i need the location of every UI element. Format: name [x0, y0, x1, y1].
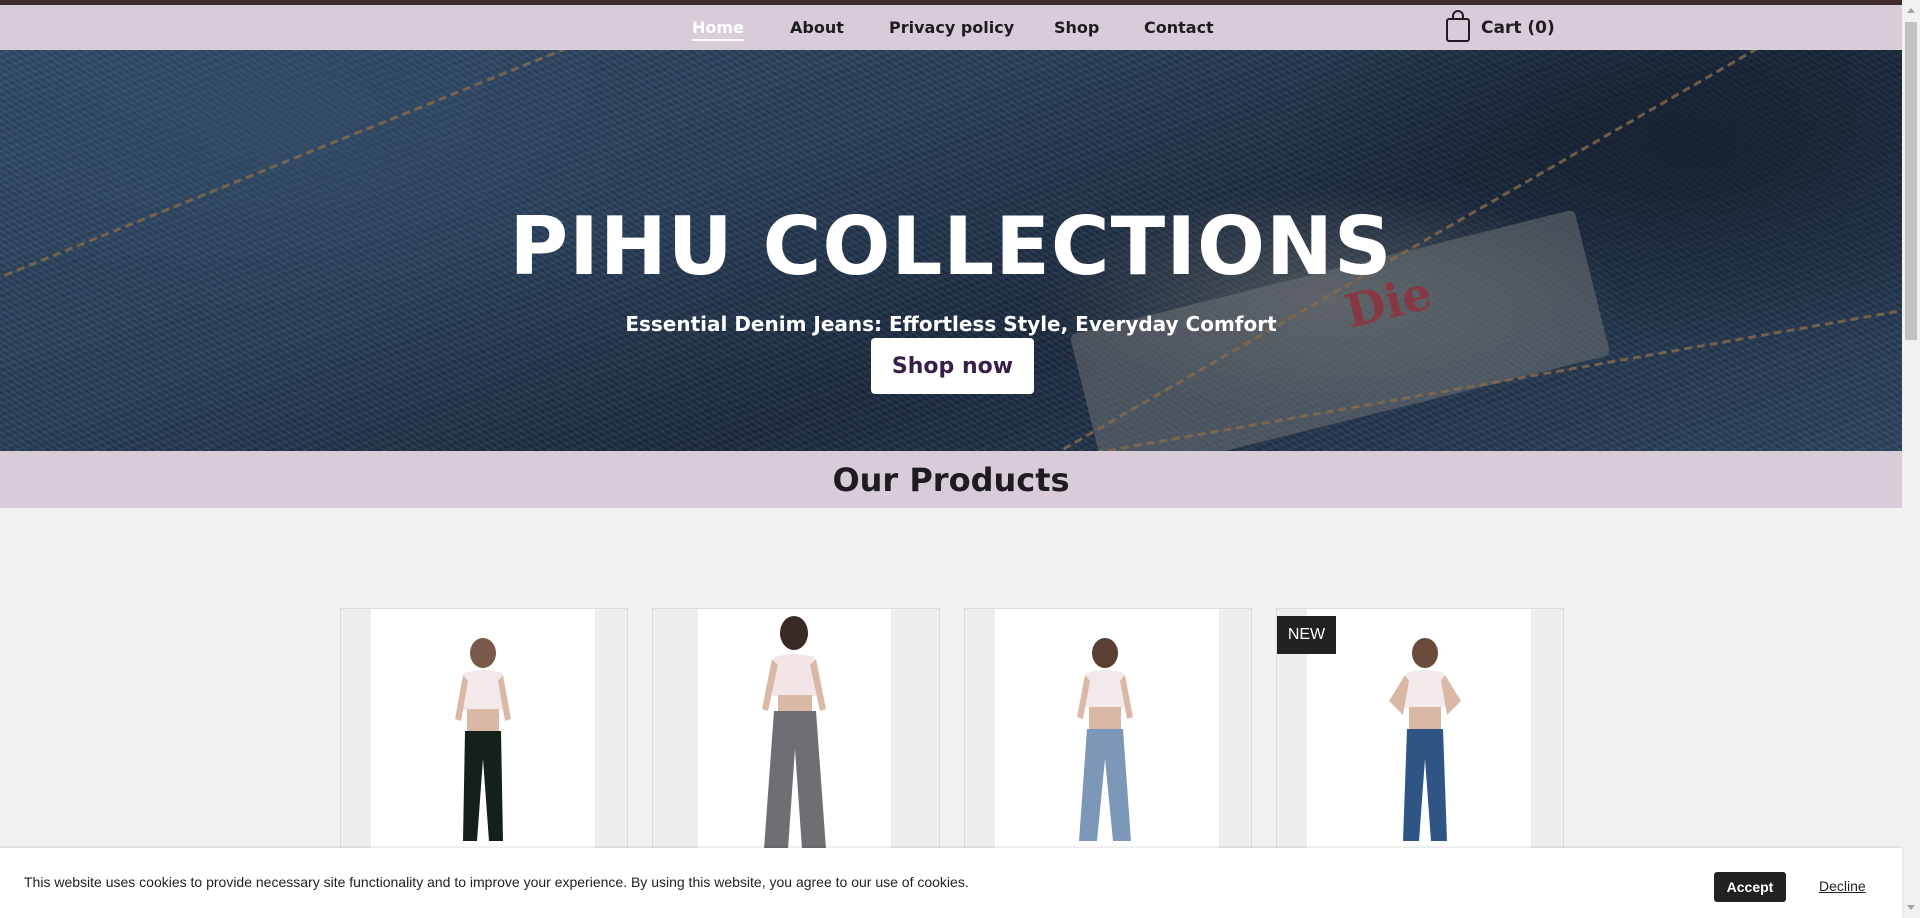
cookie-message: This website uses cookies to provide nec… [24, 874, 969, 890]
main-navigation: Home About Privacy policy Shop Contact C… [0, 5, 1902, 50]
cookie-consent-banner: This website uses cookies to provide nec… [0, 848, 1902, 918]
shopping-bag-icon [1445, 9, 1471, 48]
shop-now-button[interactable]: Shop now [871, 338, 1034, 394]
nav-link-home[interactable]: Home [692, 18, 744, 41]
products-section-header: Our Products [0, 451, 1902, 508]
hero-subtitle: Essential Denim Jeans: Effortless Style,… [625, 312, 1277, 336]
cart-button[interactable]: Cart (0) [1445, 9, 1555, 48]
nav-link-shop[interactable]: Shop [1054, 18, 1099, 37]
nav-link-privacy-policy[interactable]: Privacy policy [889, 18, 1014, 37]
scrollbar-thumb[interactable] [1905, 22, 1917, 340]
nav-link-contact[interactable]: Contact [1144, 18, 1214, 37]
scroll-up-arrow-icon[interactable] [1907, 8, 1915, 13]
hero-title: PIHU COLLECTIONS [509, 200, 1393, 293]
nav-link-about[interactable]: About [790, 18, 844, 37]
decline-cookies-link[interactable]: Decline [1819, 878, 1866, 894]
accept-cookies-button[interactable]: Accept [1714, 872, 1786, 902]
new-badge: NEW [1277, 616, 1336, 654]
cart-label: Cart (0) [1481, 18, 1555, 38]
scroll-down-arrow-icon[interactable] [1907, 905, 1915, 910]
vertical-scrollbar[interactable] [1902, 0, 1920, 918]
products-section-title: Our Products [832, 461, 1070, 499]
